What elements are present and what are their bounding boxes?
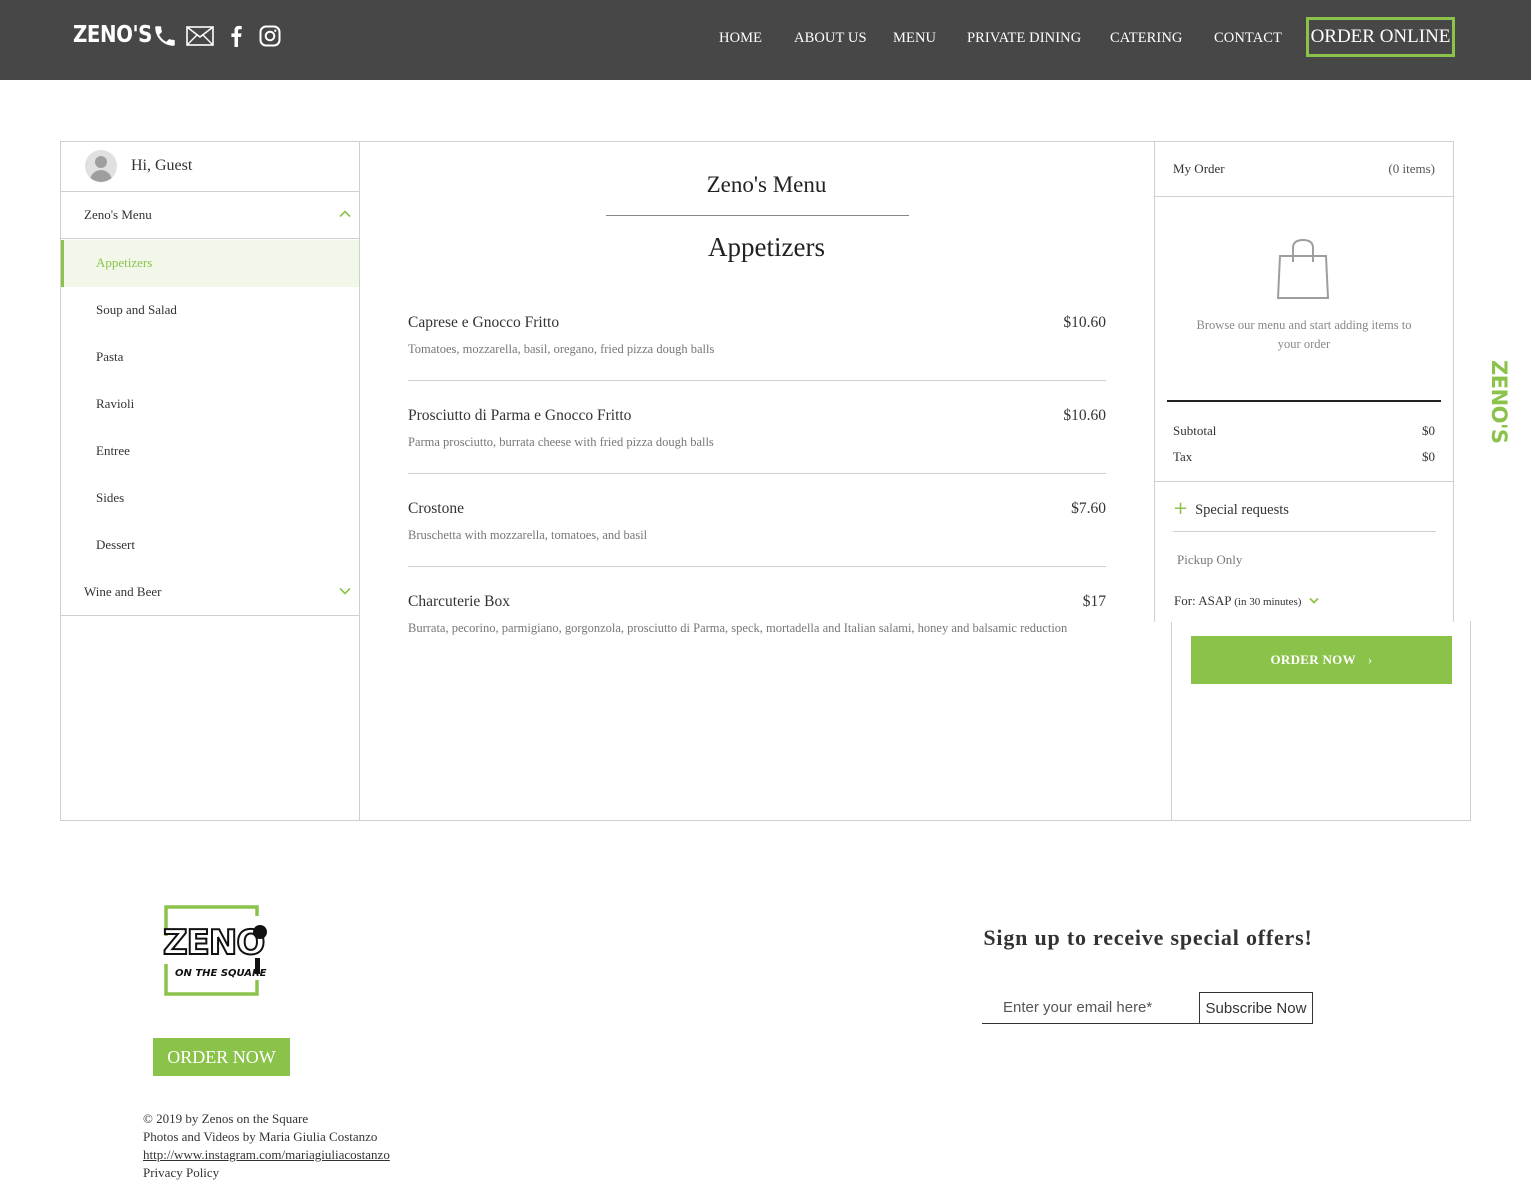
order-online-button[interactable]: ORDER ONLINE bbox=[1306, 17, 1455, 57]
menu-section-label: Zeno's Menu bbox=[84, 207, 152, 222]
photo-credits: Photos and Videos by Maria Giulia Costan… bbox=[143, 1129, 378, 1144]
order-item-count: (0 items) bbox=[1388, 161, 1435, 176]
divider bbox=[408, 566, 1106, 567]
divider bbox=[1167, 400, 1441, 402]
category-sides[interactable]: Sides bbox=[61, 475, 360, 522]
email-input[interactable] bbox=[982, 992, 1199, 1024]
item-price: $10.60 bbox=[1063, 314, 1106, 331]
nav-menu[interactable]: MENU bbox=[893, 30, 936, 47]
chevron-right-icon: › bbox=[1367, 652, 1373, 667]
phone-icon[interactable] bbox=[151, 22, 179, 50]
category-label: Entree bbox=[96, 443, 130, 458]
menu-section-toggle[interactable]: Zeno's Menu bbox=[61, 192, 360, 239]
shopping-bag-icon bbox=[1276, 238, 1330, 299]
special-requests-toggle[interactable]: + Special requests bbox=[1173, 498, 1289, 519]
item-description: Tomatoes, mozzarella, basil, oregano, fr… bbox=[408, 342, 715, 356]
menu-item[interactable]: Crostone $7.60 Bruschetta with mozzarell… bbox=[408, 500, 1106, 580]
item-description: Parma prosciutto, burrata cheese with fr… bbox=[408, 435, 714, 449]
privacy-policy-link[interactable]: Privacy Policy bbox=[143, 1164, 390, 1182]
footer-credits: © 2019 by Zenos on the Square Photos and… bbox=[143, 1110, 390, 1182]
menu-item[interactable]: Caprese e Gnocco Fritto $10.60 Tomatoes,… bbox=[408, 314, 1106, 394]
item-description: Burrata, pecorino, parmigiano, gorgonzol… bbox=[408, 621, 1068, 635]
tax-label: Tax bbox=[1173, 449, 1193, 464]
item-name: Caprese e Gnocco Fritto bbox=[408, 314, 560, 331]
menu-sidebar: Hi, Guest Zeno's Menu Appetizers Soup an… bbox=[60, 141, 360, 821]
menu-item[interactable]: Prosciutto di Parma e Gnocco Fritto $10.… bbox=[408, 407, 1106, 487]
category-dessert[interactable]: Dessert bbox=[61, 522, 360, 569]
item-description: Bruschetta with mozzarella, tomatoes, an… bbox=[408, 528, 648, 542]
nav-contact[interactable]: CONTACT bbox=[1214, 30, 1282, 47]
logo-subtext: ON THE SQUARE bbox=[175, 968, 267, 979]
nav-about-us[interactable]: ABOUT US bbox=[794, 30, 867, 47]
category-label: Sides bbox=[96, 490, 125, 505]
item-price: $7.60 bbox=[1071, 500, 1106, 517]
empty-order-message: Browse our menu and start adding items t… bbox=[1196, 318, 1412, 351]
item-price: $17 bbox=[1082, 593, 1106, 610]
subscribe-button[interactable]: Subscribe Now bbox=[1199, 992, 1313, 1024]
footer-logo: ZENO ON THE SQUARE bbox=[162, 904, 275, 998]
divider bbox=[1173, 531, 1436, 532]
divider bbox=[606, 215, 909, 216]
category-ravioli[interactable]: Ravioli bbox=[61, 381, 360, 428]
facebook-icon[interactable] bbox=[222, 22, 250, 50]
side-brand-logo: ZENO'S bbox=[1487, 360, 1513, 444]
pickup-time-note: (in 30 minutes) bbox=[1234, 596, 1302, 608]
order-now-label: ORDER NOW bbox=[1270, 652, 1356, 667]
brand-logo[interactable]: ZENO'S bbox=[73, 22, 152, 48]
divider bbox=[408, 380, 1106, 381]
chevron-up-icon bbox=[339, 210, 351, 218]
mail-icon[interactable] bbox=[186, 22, 214, 50]
chevron-down-icon bbox=[339, 587, 351, 595]
category-soup-and-salad[interactable]: Soup and Salad bbox=[61, 287, 360, 334]
order-now-button[interactable]: ORDER NOW › bbox=[1191, 636, 1452, 684]
pickup-time-select[interactable]: For: ASAP (in 30 minutes) bbox=[1174, 593, 1319, 609]
avatar bbox=[85, 150, 117, 182]
category-label: Dessert bbox=[96, 537, 135, 552]
signup-title: Sign up to receive special offers! bbox=[983, 925, 1313, 950]
item-price: $10.60 bbox=[1063, 407, 1106, 424]
plus-icon: + bbox=[1173, 498, 1189, 519]
wine-section-toggle[interactable]: Wine and Beer bbox=[61, 569, 360, 616]
item-name: Crostone bbox=[408, 500, 464, 517]
category-pasta[interactable]: Pasta bbox=[61, 334, 360, 381]
nav-private-dining[interactable]: PRIVATE DINING bbox=[967, 30, 1081, 47]
pickup-label: Pickup Only bbox=[1177, 552, 1243, 567]
subtotal-value: $0 bbox=[1422, 423, 1435, 438]
instagram-icon[interactable] bbox=[256, 22, 284, 50]
special-requests-label: Special requests bbox=[1195, 502, 1289, 518]
side-brand-text: ZENO'S bbox=[1487, 360, 1511, 444]
instagram-link[interactable]: http://www.instagram.com/mariagiuliacost… bbox=[143, 1146, 390, 1164]
menu-content: Zeno's Menu Appetizers Caprese e Gnocco … bbox=[359, 141, 1172, 821]
menu-item[interactable]: Charcuterie Box $17 Burrata, pecorino, p… bbox=[408, 593, 1106, 673]
site-header: ZENO'S HOME ABOUT US MENU PRIVATE DINING… bbox=[0, 0, 1531, 80]
copyright-text: © 2019 by Zenos on the Square bbox=[143, 1111, 309, 1126]
category-label: Ravioli bbox=[96, 396, 135, 411]
nav-home[interactable]: HOME bbox=[719, 30, 762, 47]
order-header: My Order (0 items) bbox=[1155, 142, 1453, 197]
nav-catering[interactable]: CATERING bbox=[1110, 30, 1183, 47]
category-label: Soup and Salad bbox=[96, 302, 177, 317]
category-label: Pasta bbox=[96, 349, 124, 364]
wine-section-label: Wine and Beer bbox=[84, 584, 162, 599]
category-entree[interactable]: Entree bbox=[61, 428, 360, 475]
guest-greeting: Hi, Guest bbox=[131, 157, 193, 174]
category-label: Appetizers bbox=[96, 255, 153, 270]
divider bbox=[408, 473, 1106, 474]
item-name: Prosciutto di Parma e Gnocco Fritto bbox=[408, 407, 632, 424]
order-title: My Order bbox=[1173, 161, 1225, 176]
logo-text: ZENO bbox=[163, 923, 264, 963]
subtotal-label: Subtotal bbox=[1173, 423, 1217, 438]
pickup-time-label: For: ASAP bbox=[1174, 593, 1231, 608]
tax-value: $0 bbox=[1422, 449, 1435, 464]
chevron-down-icon bbox=[1309, 597, 1319, 604]
section-title: Appetizers bbox=[708, 232, 825, 262]
category-appetizers[interactable]: Appetizers bbox=[61, 240, 360, 287]
footer-order-now-button[interactable]: ORDER NOW bbox=[153, 1038, 290, 1076]
item-name: Charcuterie Box bbox=[408, 593, 511, 610]
guest-row[interactable]: Hi, Guest bbox=[61, 142, 360, 192]
menu-title: Zeno's Menu bbox=[706, 172, 827, 197]
order-panel: My Order (0 items) Browse our menu and s… bbox=[1154, 141, 1454, 622]
divider bbox=[1155, 481, 1453, 482]
